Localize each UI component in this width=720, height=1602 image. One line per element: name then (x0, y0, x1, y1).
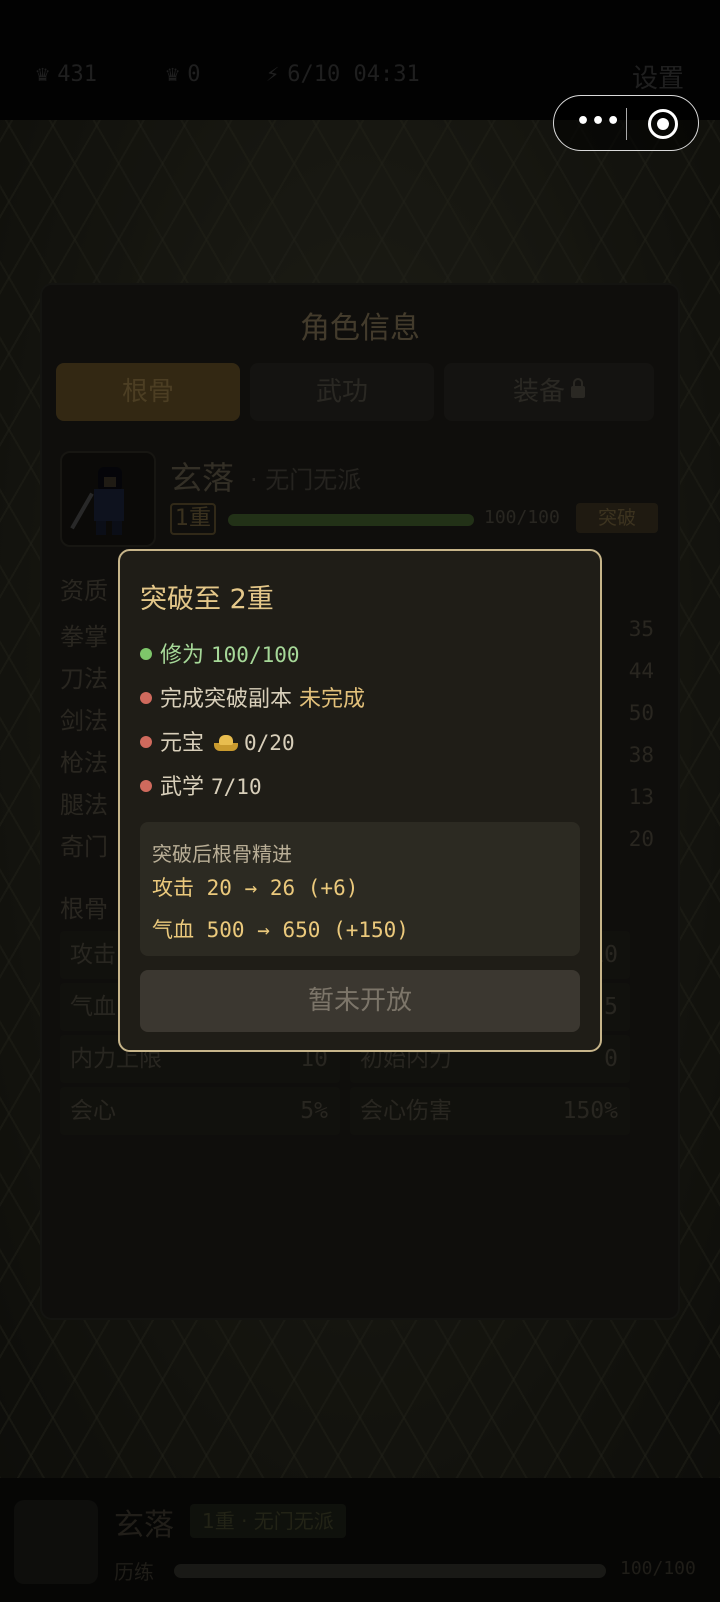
requirement-value: 0/20 (244, 731, 295, 755)
requirement-row: 完成突破副本 未完成 (140, 681, 365, 713)
mini-program-capsule: ••• (553, 95, 699, 151)
requirement-value: 7/10 (211, 775, 262, 799)
requirement-label: 完成突破副本 (160, 687, 293, 712)
gain-heading: 突破后根骨精进 (152, 842, 292, 866)
requirement-row: 修为 100/100 (140, 637, 300, 669)
requirement-label: 修为 (160, 643, 205, 668)
status-dot-met-icon (140, 648, 152, 660)
requirement-row: 武学 7/10 (140, 769, 262, 801)
requirement-label: 元宝 (160, 731, 205, 756)
not-yet-open-button[interactable]: 暂未开放 (140, 970, 580, 1032)
breakthrough-popup: 突破至 2重 修为 100/100 完成突破副本 未完成 元宝 0/20 武学 7… (118, 549, 602, 1052)
requirement-label: 武学 (160, 775, 205, 800)
status-dot-unmet-icon (140, 736, 152, 748)
gain-line: 气血 500 → 650 (+150) (152, 918, 409, 942)
gold-ingot-icon (214, 735, 239, 751)
requirement-row: 元宝 0/20 (140, 725, 295, 757)
requirement-value: 100/100 (211, 643, 300, 667)
capsule-divider (626, 108, 627, 140)
breakthrough-gain-box: 突破后根骨精进 攻击 20 → 26 (+6) 气血 500 → 650 (+1… (140, 822, 580, 956)
status-dot-unmet-icon (140, 692, 152, 704)
status-dot-unmet-icon (140, 780, 152, 792)
popup-title: 突破至 2重 (140, 584, 274, 615)
gain-line: 攻击 20 → 26 (+6) (152, 876, 359, 900)
close-program-icon[interactable] (648, 109, 678, 139)
requirement-value: 未完成 (299, 687, 366, 712)
more-menu-icon[interactable]: ••• (576, 109, 621, 134)
